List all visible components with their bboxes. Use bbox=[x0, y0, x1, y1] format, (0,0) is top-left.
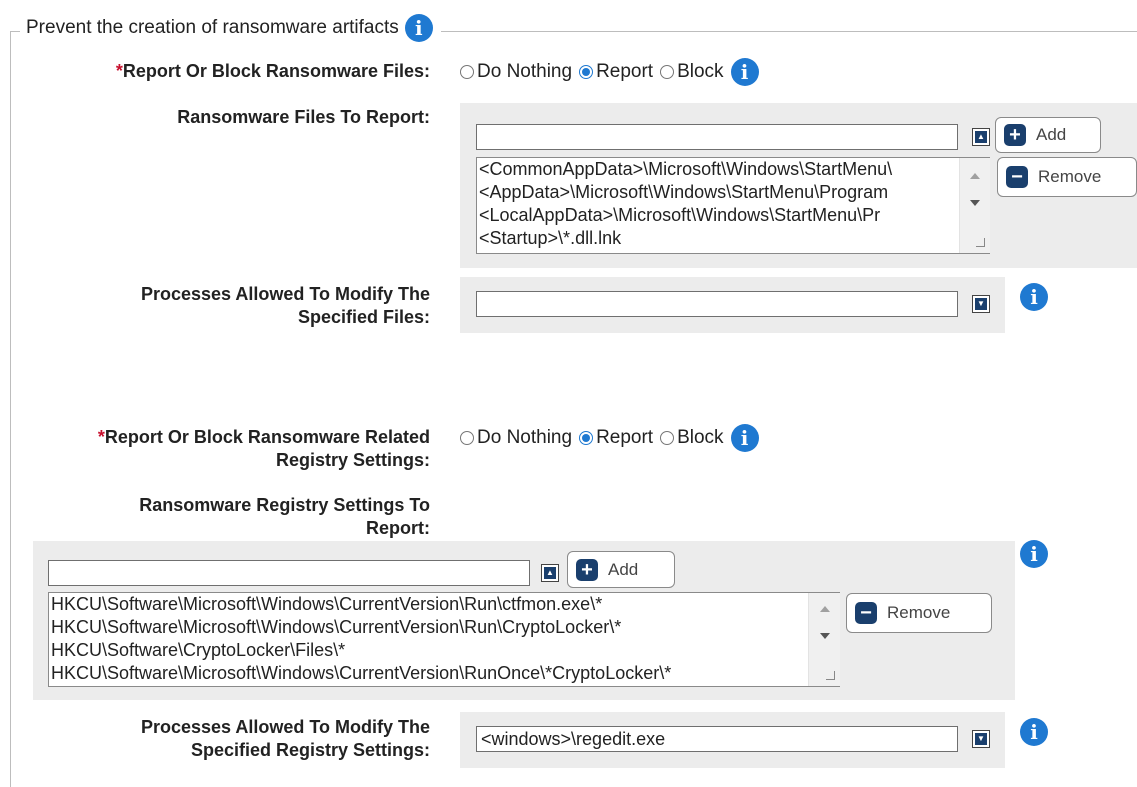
radio-report[interactable]: Report bbox=[579, 427, 653, 449]
list-item[interactable]: HKCU\Software\CryptoLocker\Files\* bbox=[49, 639, 839, 662]
processes-files-input[interactable] bbox=[476, 291, 958, 317]
list-item[interactable]: <AppData>\Microsoft\Windows\StartMenu\Pr… bbox=[477, 181, 989, 204]
section-legend: Prevent the creation of ransomware artif… bbox=[20, 14, 441, 42]
radio-block[interactable]: Block bbox=[660, 61, 724, 83]
label-line: Report Or Block Ransomware Related bbox=[104, 427, 430, 447]
scroll-up-icon[interactable] bbox=[970, 173, 980, 179]
files-entry-input[interactable] bbox=[476, 124, 958, 150]
info-icon[interactable]: i bbox=[404, 14, 433, 42]
registry-entry-input[interactable] bbox=[48, 560, 530, 586]
radio-circle[interactable] bbox=[660, 431, 675, 445]
list-item[interactable]: <Startup>\*.dll.lnk bbox=[477, 227, 989, 250]
label-line: Processes Allowed To Modify The bbox=[140, 284, 430, 304]
files-listbox[interactable]: <CommonAppData>\Microsoft\Windows\StartM… bbox=[476, 157, 990, 254]
label-line: Specified Files: bbox=[297, 307, 430, 327]
info-icon[interactable]: i bbox=[730, 424, 759, 452]
remove-registry-button[interactable]: − Remove bbox=[846, 593, 992, 633]
processes-files-label: Processes Allowed To Modify The Specifie… bbox=[40, 283, 430, 329]
list-item[interactable]: HKCU\Software\Microsoft\Windows\CurrentV… bbox=[49, 593, 839, 616]
caret-up-icon: ▲ bbox=[975, 131, 987, 143]
expand-button[interactable]: ▼ bbox=[972, 295, 990, 313]
plus-icon: + bbox=[576, 558, 598, 581]
minus-icon: − bbox=[1006, 166, 1028, 188]
scroll-up-icon[interactable] bbox=[820, 606, 830, 612]
add-label: Add bbox=[608, 559, 639, 579]
list-item[interactable]: <CommonAppData>\Microsoft\Windows\StartM… bbox=[477, 158, 989, 181]
scroll-down-icon[interactable] bbox=[970, 200, 980, 206]
radio-report[interactable]: Report bbox=[579, 61, 653, 83]
radio-circle-selected[interactable] bbox=[579, 65, 594, 79]
minus-icon: − bbox=[855, 602, 877, 624]
radio-circle[interactable] bbox=[660, 65, 675, 79]
section-title: Prevent the creation of ransomware artif… bbox=[26, 17, 399, 38]
scroll-down-icon[interactable] bbox=[820, 633, 830, 639]
label-line: Ransomware Registry Settings To bbox=[139, 495, 430, 515]
collapse-button[interactable]: ▲ bbox=[541, 564, 559, 582]
caret-up-icon: ▲ bbox=[544, 567, 556, 579]
radio-circle-selected[interactable] bbox=[579, 431, 594, 445]
report-files-radio-group: Do Nothing Report Block i bbox=[460, 58, 759, 86]
caret-down-icon: ▼ bbox=[975, 298, 987, 310]
radio-do-nothing[interactable]: Do Nothing bbox=[460, 427, 572, 449]
list-item[interactable]: HKCU\Software\Microsoft\Windows\CurrentV… bbox=[49, 616, 839, 639]
radio-label: Do Nothing bbox=[477, 61, 573, 82]
report-registry-radio-group: Do Nothing Report Block i bbox=[460, 424, 759, 452]
radio-label: Report bbox=[596, 61, 654, 82]
info-icon[interactable]: i bbox=[1020, 283, 1048, 311]
required-asterisk: * bbox=[115, 61, 123, 81]
add-file-button[interactable]: + Add bbox=[995, 117, 1101, 153]
report-files-label-text: Report Or Block Ransomware Files: bbox=[122, 61, 430, 81]
report-files-label: *Report Or Block Ransomware Files: bbox=[40, 60, 430, 83]
radio-circle[interactable] bbox=[460, 431, 474, 445]
processes-registry-label: Processes Allowed To Modify The Specifie… bbox=[40, 716, 430, 762]
add-label: Add bbox=[1036, 125, 1067, 144]
label-line: Report: bbox=[366, 518, 430, 538]
info-icon[interactable]: i bbox=[1020, 540, 1048, 568]
radio-label: Block bbox=[677, 61, 724, 82]
processes-registry-input[interactable]: <windows>\regedit.exe bbox=[476, 726, 958, 752]
radio-label: Report bbox=[596, 427, 654, 448]
registry-listbox[interactable]: HKCU\Software\Microsoft\Windows\CurrentV… bbox=[48, 592, 840, 687]
radio-circle[interactable] bbox=[460, 65, 474, 79]
report-registry-label: *Report Or Block Ransomware Related Regi… bbox=[40, 426, 430, 472]
radio-block[interactable]: Block bbox=[660, 427, 724, 449]
radio-do-nothing[interactable]: Do Nothing bbox=[460, 61, 572, 83]
required-asterisk: * bbox=[97, 427, 105, 447]
caret-down-icon: ▼ bbox=[975, 733, 987, 745]
list-item[interactable]: <LocalAppData>\Microsoft\Windows\StartMe… bbox=[477, 204, 989, 227]
info-icon[interactable]: i bbox=[1020, 718, 1048, 746]
label-line: Specified Registry Settings: bbox=[190, 740, 430, 760]
radio-label: Block bbox=[677, 427, 724, 448]
label-line: Processes Allowed To Modify The bbox=[140, 717, 430, 737]
registry-list-scrollbar[interactable] bbox=[808, 593, 840, 686]
section-border-left bbox=[10, 31, 11, 787]
list-item[interactable]: HKCU\Software\Microsoft\Windows\CurrentV… bbox=[49, 662, 839, 685]
resize-grip-icon[interactable] bbox=[976, 238, 985, 247]
info-icon[interactable]: i bbox=[730, 58, 759, 86]
add-registry-button[interactable]: + Add bbox=[567, 551, 675, 588]
expand-button[interactable]: ▼ bbox=[972, 730, 990, 748]
remove-label: Remove bbox=[1038, 167, 1102, 186]
label-line: Registry Settings: bbox=[275, 450, 430, 470]
files-list-scrollbar[interactable] bbox=[959, 158, 990, 253]
registry-to-report-label: Ransomware Registry Settings To Report: bbox=[40, 494, 430, 540]
plus-icon: + bbox=[1004, 124, 1026, 146]
remove-file-button[interactable]: − Remove bbox=[997, 157, 1137, 197]
remove-label: Remove bbox=[887, 603, 951, 622]
radio-label: Do Nothing bbox=[477, 427, 573, 448]
resize-grip-icon[interactable] bbox=[826, 671, 835, 680]
collapse-button[interactable]: ▲ bbox=[972, 128, 990, 146]
files-to-report-label: Ransomware Files To Report: bbox=[177, 107, 430, 127]
